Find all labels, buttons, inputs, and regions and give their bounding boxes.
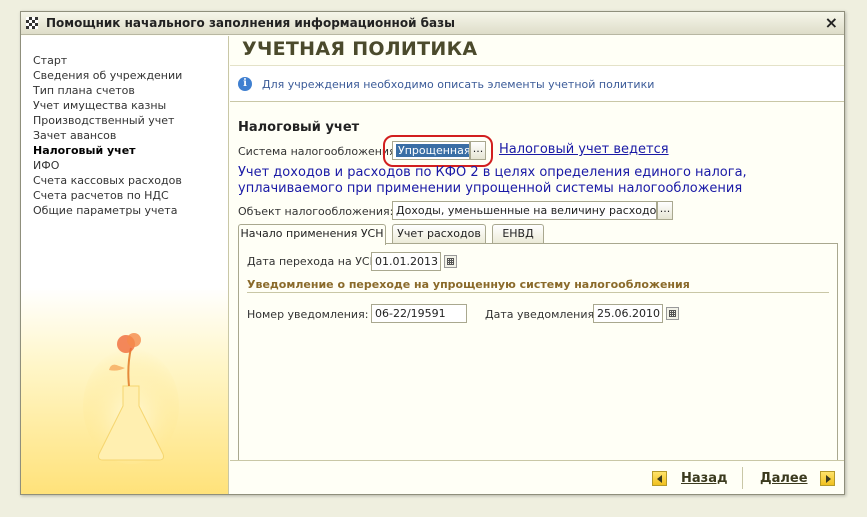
sidebar-item[interactable]: ИФО (33, 158, 182, 173)
main-panel: УЧЕТНАЯ ПОЛИТИКА i Для учреждения необхо… (230, 36, 844, 494)
sidebar-item[interactable]: Учет имущества казны (33, 98, 182, 113)
notice-date-field[interactable]: 25.06.2010 (593, 304, 663, 323)
highlight-ring (383, 135, 493, 167)
sidebar-item[interactable]: Общие параметры учета (33, 203, 182, 218)
sidebar-item[interactable]: Налоговый учет (33, 143, 182, 158)
tax-object-field[interactable]: Доходы, уменьшенные на величину расходов (392, 201, 657, 220)
sidebar-item[interactable]: Счета расчетов по НДС (33, 188, 182, 203)
notice-number-field[interactable]: 06-22/19591 (371, 304, 467, 323)
sidebar-item[interactable]: Производственный учет (33, 113, 182, 128)
sidebar-item[interactable]: Старт (33, 53, 182, 68)
tax-object-label: Объект налогообложения: (238, 205, 394, 218)
tab-expenses[interactable]: Учет расходов (392, 224, 486, 243)
page-title: УЧЕТНАЯ ПОЛИТИКА (242, 38, 478, 60)
sidebar: Старт Сведения об учреждении Тип плана сче… (21, 36, 229, 494)
section-title: Налоговый учет (238, 120, 360, 135)
tax-system-label: Система налогообложения: (238, 145, 400, 158)
flask-logo-icon (83, 333, 179, 464)
notice-date-label: Дата уведомления: (485, 308, 598, 321)
tab-envd[interactable]: ЕНВД (492, 224, 544, 243)
next-button[interactable]: Далее (760, 471, 808, 486)
sidebar-item[interactable]: Счета кассовых расходов (33, 173, 182, 188)
notice-section-title: Уведомление о переходе на упрощенную сис… (247, 278, 690, 291)
arrow-right-icon[interactable] (820, 471, 835, 486)
tax-description: Учет доходов и расходов по КФО 2 в целях… (238, 165, 747, 196)
tax-status-link[interactable]: Налоговый учет ведется (499, 142, 669, 157)
window-title: Помощник начального заполнения информаци… (46, 16, 455, 30)
footer-divider (742, 467, 743, 489)
sidebar-item[interactable]: Тип плана счетов (33, 83, 182, 98)
title-bar[interactable]: Помощник начального заполнения информаци… (21, 12, 844, 35)
arrow-left-icon[interactable] (652, 471, 667, 486)
sidebar-nav: Старт Сведения об учреждении Тип плана сче… (33, 53, 182, 218)
notice-number-label: Номер уведомления: (247, 308, 369, 321)
assistant-window: Помощник начального заполнения информаци… (20, 11, 845, 495)
notice-divider (247, 292, 829, 293)
sidebar-item[interactable]: Зачет авансов (33, 128, 182, 143)
info-icon: i (238, 77, 252, 91)
transition-date-field[interactable]: 01.01.2013 (371, 252, 441, 271)
footer: Назад Далее (230, 460, 844, 494)
close-icon[interactable]: × (825, 14, 838, 32)
tab-panel-usn-start: Дата перехода на УСН: 01.01.2013 Уведомл… (238, 243, 838, 475)
back-button[interactable]: Назад (681, 471, 727, 486)
sidebar-item[interactable]: Сведения об учреждении (33, 68, 182, 83)
info-bar: i Для учреждения необходимо описать элем… (230, 65, 844, 102)
calendar-icon[interactable] (666, 307, 679, 320)
calendar-icon[interactable] (444, 255, 457, 268)
tax-object-select-button[interactable]: ... (657, 201, 673, 220)
tab-usn-start[interactable]: Начало применения УСН (238, 224, 386, 245)
transition-date-label: Дата перехода на УСН: (247, 255, 382, 268)
info-text: Для учреждения необходимо описать элемен… (262, 78, 655, 91)
app-icon (26, 17, 38, 29)
